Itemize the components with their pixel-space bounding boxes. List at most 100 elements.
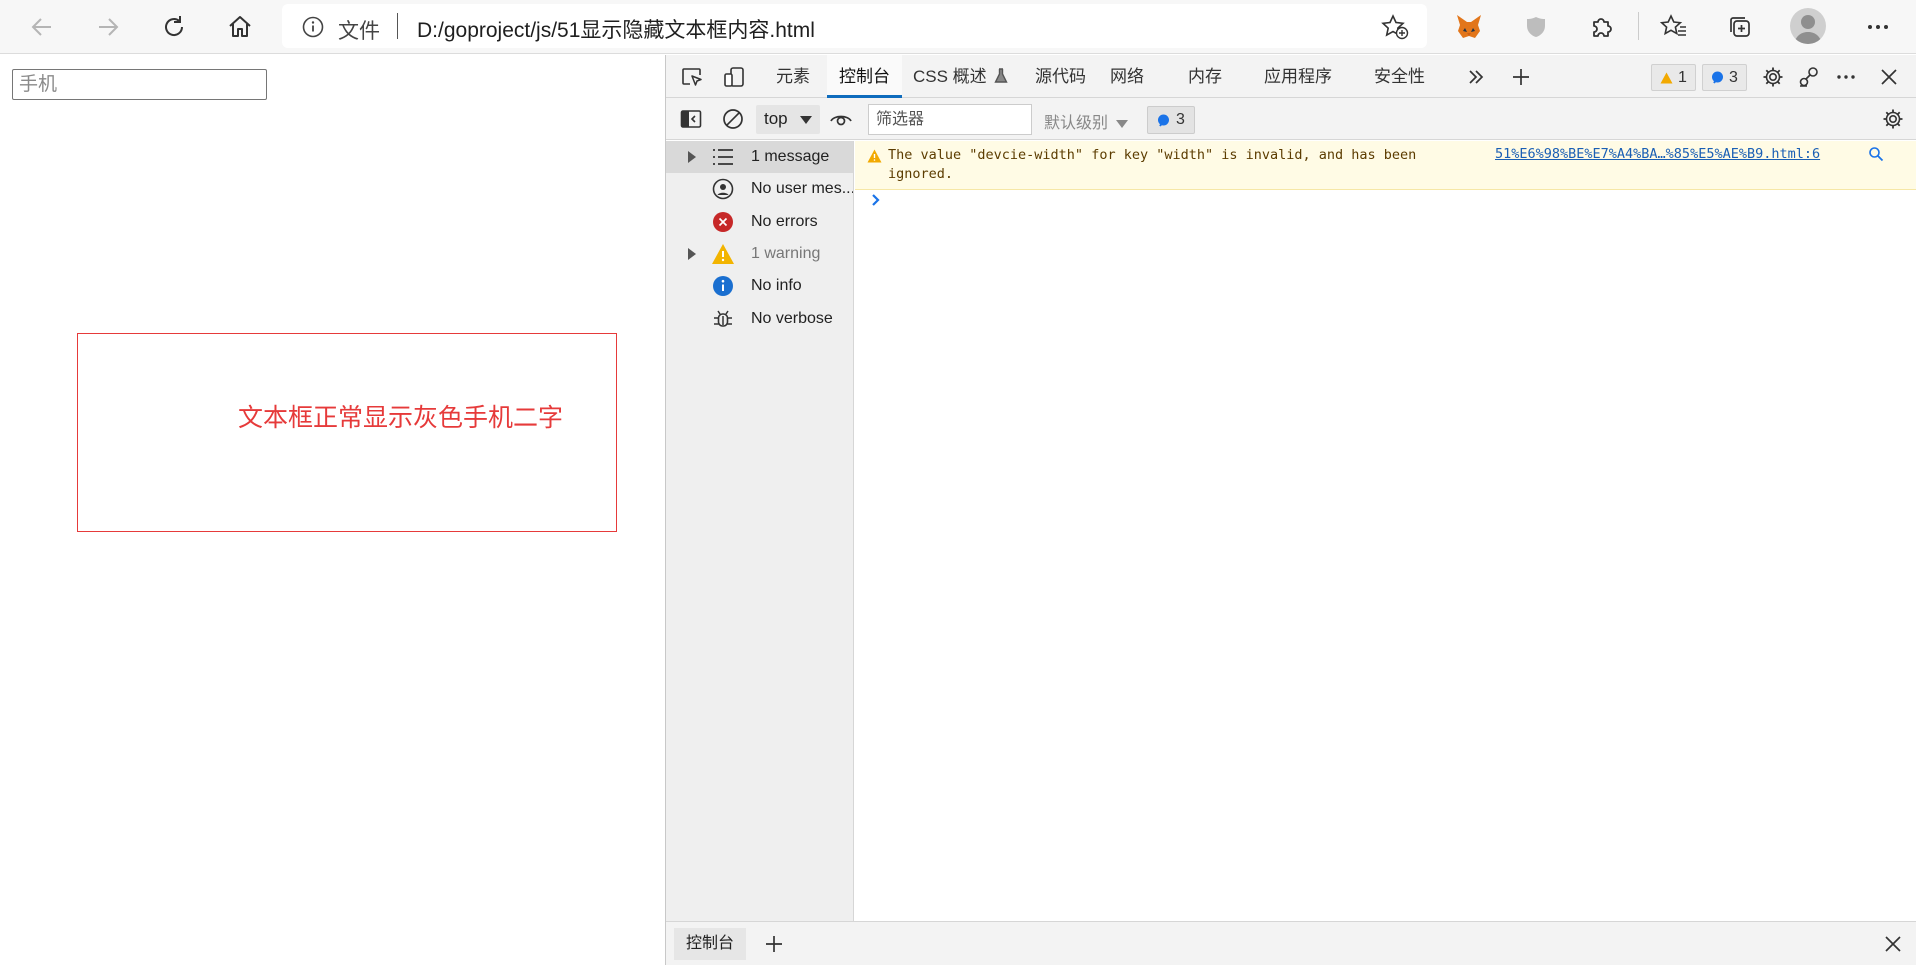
- tab-css-overview-label: CSS 概述: [913, 67, 987, 86]
- toolbar-separator: [1638, 12, 1639, 40]
- tab-network[interactable]: 网络: [1110, 55, 1144, 98]
- profile-avatar[interactable]: [1790, 8, 1826, 44]
- caret-down-icon: [1116, 119, 1129, 128]
- home-button[interactable]: [220, 7, 260, 47]
- log-levels-label: 默认级别: [1044, 115, 1109, 132]
- warning-source-link[interactable]: 51%E6%98%BE%E7%A4%BA…%85%E5%AE%B9.html:6: [1495, 146, 1820, 162]
- tab-memory[interactable]: 内存: [1188, 55, 1222, 98]
- sidebar-item-user-messages[interactable]: No user mes...: [666, 173, 853, 205]
- drawer-close-button[interactable]: [1879, 930, 1907, 958]
- device-icon: [724, 67, 744, 87]
- warning-small-icon: [1660, 72, 1673, 83]
- sidebar-item-label: 1 message: [751, 148, 830, 165]
- connection-button[interactable]: [1796, 64, 1822, 90]
- info-icon: [711, 274, 735, 298]
- live-expression-button[interactable]: [828, 106, 854, 132]
- devtools-more-button[interactable]: [1833, 64, 1859, 90]
- more-horizontal-icon: [1868, 25, 1888, 29]
- filter-input[interactable]: [868, 104, 1032, 135]
- sidebar-item-messages[interactable]: 1 message: [666, 141, 853, 173]
- collections-button[interactable]: [1720, 7, 1760, 47]
- devtools-panel: 元素 控制台 CSS 概述 源代码 网络 内存 应用程序 安全性 1 3 top…: [665, 55, 1916, 965]
- settings-menu-button[interactable]: [1858, 7, 1898, 47]
- tab-security[interactable]: 安全性: [1374, 55, 1425, 98]
- sidebar-item-verbose[interactable]: No verbose: [666, 303, 853, 335]
- user-circle-icon: [711, 177, 735, 201]
- warnings-count: 1: [1678, 68, 1687, 86]
- drawer-add-button[interactable]: [760, 930, 788, 958]
- bug-icon: [711, 307, 735, 331]
- info-icon[interactable]: [302, 16, 324, 38]
- tab-css-overview[interactable]: CSS 概述: [913, 55, 1009, 98]
- gear-icon: [1883, 109, 1903, 129]
- devtools-drawer: 控制台: [666, 921, 1916, 965]
- context-select[interactable]: top: [756, 105, 820, 134]
- back-button[interactable]: [22, 7, 62, 47]
- inspect-element-button[interactable]: [679, 64, 705, 90]
- issues-counter[interactable]: 3: [1147, 106, 1195, 134]
- address-bar[interactable]: 文件 D:/goproject/js/51显示隐藏文本框内容.html: [282, 4, 1427, 48]
- sidebar-item-label: No info: [751, 277, 802, 294]
- chevron-right-icon: [872, 194, 880, 206]
- note-box: 文本框正常显示灰色手机二字: [77, 333, 617, 532]
- warnings-badge[interactable]: 1: [1651, 64, 1696, 91]
- sidebar-item-warnings[interactable]: 1 warning: [666, 238, 853, 270]
- toggle-sidebar-button[interactable]: [678, 106, 704, 132]
- console-prompt[interactable]: [870, 193, 882, 207]
- plus-icon: [766, 936, 782, 952]
- error-icon: [711, 210, 735, 234]
- shield-extension-button[interactable]: [1516, 7, 1556, 47]
- shield-icon: [1527, 17, 1545, 37]
- caret-down-icon: [800, 116, 812, 124]
- favorites-button[interactable]: [1654, 7, 1694, 47]
- sidebar-item-label: No errors: [751, 213, 818, 230]
- search-icon[interactable]: [1868, 146, 1884, 162]
- warning-icon: [867, 149, 882, 163]
- close-devtools-button[interactable]: [1876, 64, 1902, 90]
- note-text: 文本框正常显示灰色手机二字: [238, 404, 564, 432]
- add-tab-button[interactable]: [1508, 64, 1534, 90]
- console-toolbar: top 默认级别 3: [666, 98, 1916, 140]
- inspect-icon: [682, 68, 702, 86]
- url-text[interactable]: D:/goproject/js/51显示隐藏文本框内容.html: [417, 14, 815, 44]
- tab-elements[interactable]: 元素: [776, 55, 810, 98]
- message-small-icon: [1712, 71, 1723, 84]
- tab-sources[interactable]: 源代码: [1035, 55, 1086, 98]
- device-emulation-button[interactable]: [721, 64, 747, 90]
- sidebar-item-label: No verbose: [751, 310, 833, 327]
- tab-application[interactable]: 应用程序: [1264, 55, 1332, 98]
- more-horizontal-icon: [1837, 75, 1855, 79]
- refresh-icon: [165, 16, 184, 36]
- add-favorite-icon[interactable]: [1381, 14, 1409, 40]
- devtools-settings-button[interactable]: [1760, 64, 1786, 90]
- tab-console[interactable]: 控制台: [827, 55, 902, 98]
- user-icon: [1794, 15, 1822, 44]
- log-levels-dropdown[interactable]: 默认级别: [1044, 109, 1129, 133]
- extensions-button[interactable]: [1582, 7, 1622, 47]
- refresh-button[interactable]: [154, 7, 194, 47]
- context-value: top: [764, 109, 788, 128]
- forward-button[interactable]: [88, 7, 128, 47]
- metamask-extension-button[interactable]: [1449, 7, 1489, 47]
- console-settings-button[interactable]: [1880, 106, 1906, 132]
- address-separator: [397, 13, 398, 39]
- issues-count: 3: [1176, 111, 1185, 128]
- drawer-tab-console[interactable]: 控制台: [674, 928, 747, 960]
- more-tabs-button[interactable]: [1463, 64, 1489, 90]
- chevron-double-right-icon: [1469, 70, 1484, 84]
- close-icon: [1885, 936, 1901, 952]
- expand-triangle-icon[interactable]: [688, 248, 696, 260]
- browser-toolbar: 文件 D:/goproject/js/51显示隐藏文本框内容.html: [0, 0, 1916, 54]
- expand-triangle-icon[interactable]: [688, 151, 696, 163]
- address-prefix: 文件: [338, 20, 380, 43]
- message-small-icon: [1158, 114, 1169, 127]
- console-warning-row: The value "devcie-width" for key "width"…: [855, 141, 1916, 190]
- puzzle-icon: [1593, 18, 1612, 37]
- phone-input[interactable]: [12, 69, 267, 100]
- collections-icon: [1730, 17, 1750, 37]
- messages-badge[interactable]: 3: [1702, 64, 1747, 91]
- clear-console-button[interactable]: [720, 106, 746, 132]
- favorites-icon: [1660, 14, 1686, 36]
- sidebar-item-info[interactable]: No info: [666, 270, 853, 302]
- sidebar-item-errors[interactable]: No errors: [666, 206, 853, 238]
